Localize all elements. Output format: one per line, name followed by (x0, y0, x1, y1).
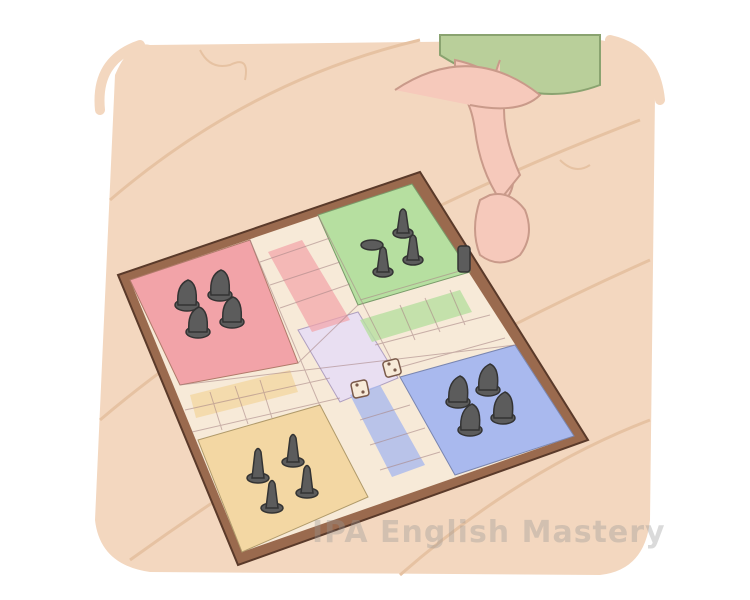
die-icon (382, 358, 402, 378)
token-icon (457, 245, 471, 273)
hand-icon (474, 193, 530, 264)
token-icon (360, 239, 384, 251)
watermark: IPA English Mastery (312, 515, 666, 550)
ludo-illustration (94, 34, 665, 577)
die-icon (350, 379, 370, 399)
